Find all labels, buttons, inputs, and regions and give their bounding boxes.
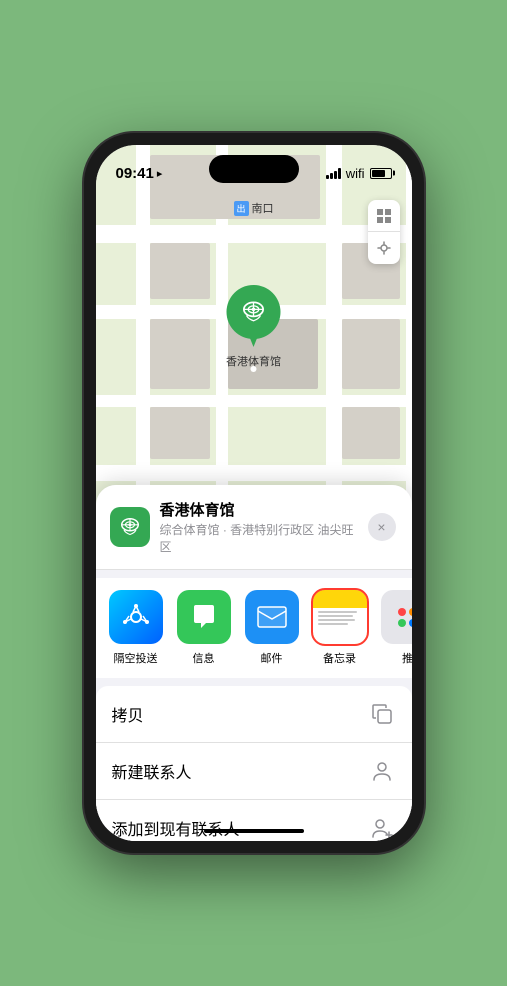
airdrop-icon	[109, 590, 163, 644]
bottom-sheet: 香港体育馆 综合体育馆 · 香港特别行政区 油尖旺区 ×	[96, 485, 412, 841]
person-add-icon	[368, 814, 396, 841]
share-item-notes[interactable]: 备忘录	[310, 590, 370, 666]
phone-frame: 09:41 ▸ wifi	[84, 133, 424, 853]
signal-bars-icon	[326, 167, 341, 179]
status-icons: wifi	[326, 166, 392, 181]
map-label: 出 南口	[233, 200, 273, 216]
new-contact-label: 新建联系人	[112, 759, 192, 783]
phone-screen: 09:41 ▸ wifi	[96, 145, 412, 841]
location-pin: 香港体育馆	[226, 285, 281, 369]
more-label: 推	[402, 650, 412, 666]
more-icon	[381, 590, 412, 644]
notes-label: 备忘录	[323, 650, 356, 666]
map-controls	[368, 200, 400, 264]
messages-label: 信息	[193, 650, 215, 666]
exit-label: 出	[233, 201, 248, 216]
status-time: 09:41	[116, 165, 154, 182]
location-header: 香港体育馆 综合体育馆 · 香港特别行政区 油尖旺区 ×	[96, 485, 412, 570]
menu-item-new-contact[interactable]: 新建联系人	[96, 743, 412, 800]
share-item-messages[interactable]: 信息	[174, 590, 234, 666]
menu-item-copy[interactable]: 拷贝	[96, 686, 412, 743]
battery-icon	[370, 168, 392, 179]
copy-icon	[368, 700, 396, 728]
location-arrow-icon: ▸	[157, 167, 163, 180]
person-icon	[368, 757, 396, 785]
stadium-icon	[240, 298, 268, 326]
share-item-airdrop[interactable]: 隔空投送	[106, 590, 166, 666]
location-info: 香港体育馆 综合体育馆 · 香港特别行政区 油尖旺区	[160, 499, 358, 555]
mail-label: 邮件	[261, 650, 283, 666]
copy-label: 拷贝	[112, 702, 144, 726]
share-item-more[interactable]: 推	[378, 590, 412, 666]
airdrop-label: 隔空投送	[114, 650, 158, 666]
wifi-icon: wifi	[346, 166, 365, 181]
messages-icon	[177, 590, 231, 644]
location-logo	[110, 507, 150, 547]
exit-name: 南口	[252, 200, 274, 216]
location-button[interactable]	[368, 232, 400, 264]
location-address: 综合体育馆 · 香港特别行政区 油尖旺区	[160, 521, 358, 555]
menu-item-add-contact[interactable]: 添加到现有联系人	[96, 800, 412, 841]
share-actions-row: 隔空投送 信息	[96, 578, 412, 678]
dynamic-island	[209, 155, 299, 183]
notes-icon	[313, 590, 367, 644]
map-type-button[interactable]	[368, 200, 400, 232]
map-area[interactable]: 出 南口 香港体育馆	[96, 145, 412, 515]
venue-logo-icon	[118, 515, 142, 539]
mail-icon	[245, 590, 299, 644]
location-name: 香港体育馆	[160, 499, 358, 520]
share-item-mail[interactable]: 邮件	[242, 590, 302, 666]
add-contact-label: 添加到现有联系人	[112, 816, 240, 840]
home-indicator	[204, 829, 304, 833]
menu-section: 拷贝 新建联系人	[96, 686, 412, 841]
close-button[interactable]: ×	[368, 513, 396, 541]
